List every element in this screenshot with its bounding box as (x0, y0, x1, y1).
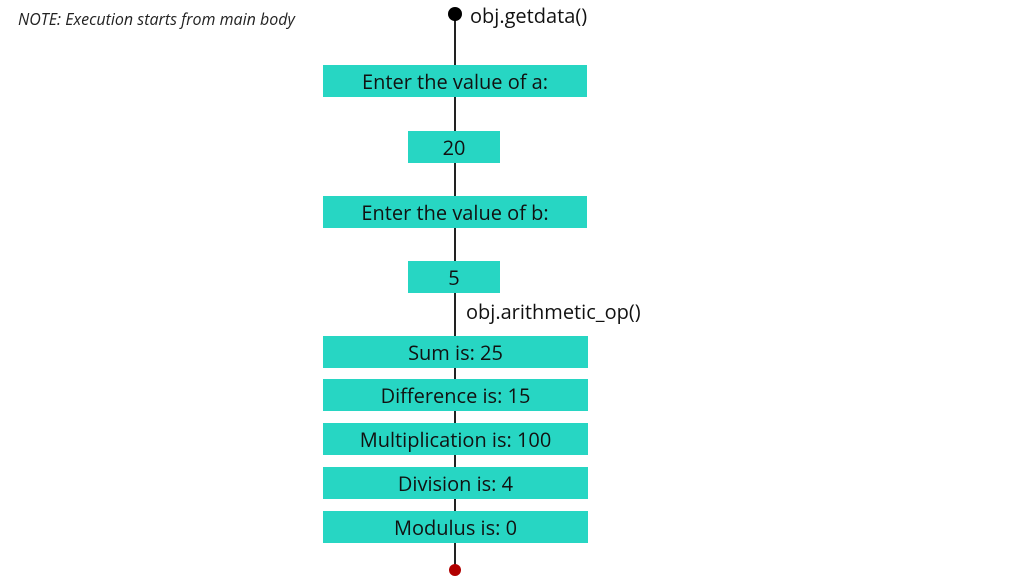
call-getdata: obj.getdata() (470, 2, 587, 29)
box-sum: Sum is: 25 (323, 336, 588, 368)
box-diff: Difference is: 15 (323, 379, 588, 411)
box-mult: Multiplication is: 100 (323, 423, 588, 455)
box-prompt-b: Enter the value of b: (323, 196, 587, 228)
box-div: Division is: 4 (323, 467, 588, 499)
box-prompt-a: Enter the value of a: (323, 65, 587, 97)
call-arithmetic-op: obj.arithmetic_op() (466, 298, 641, 325)
box-mod: Modulus is: 0 (323, 511, 588, 543)
end-dot (449, 564, 461, 576)
start-dot (448, 7, 462, 21)
box-val-b: 5 (408, 261, 500, 293)
box-val-a: 20 (408, 131, 500, 163)
note-text: NOTE: Execution starts from main body (18, 8, 295, 30)
